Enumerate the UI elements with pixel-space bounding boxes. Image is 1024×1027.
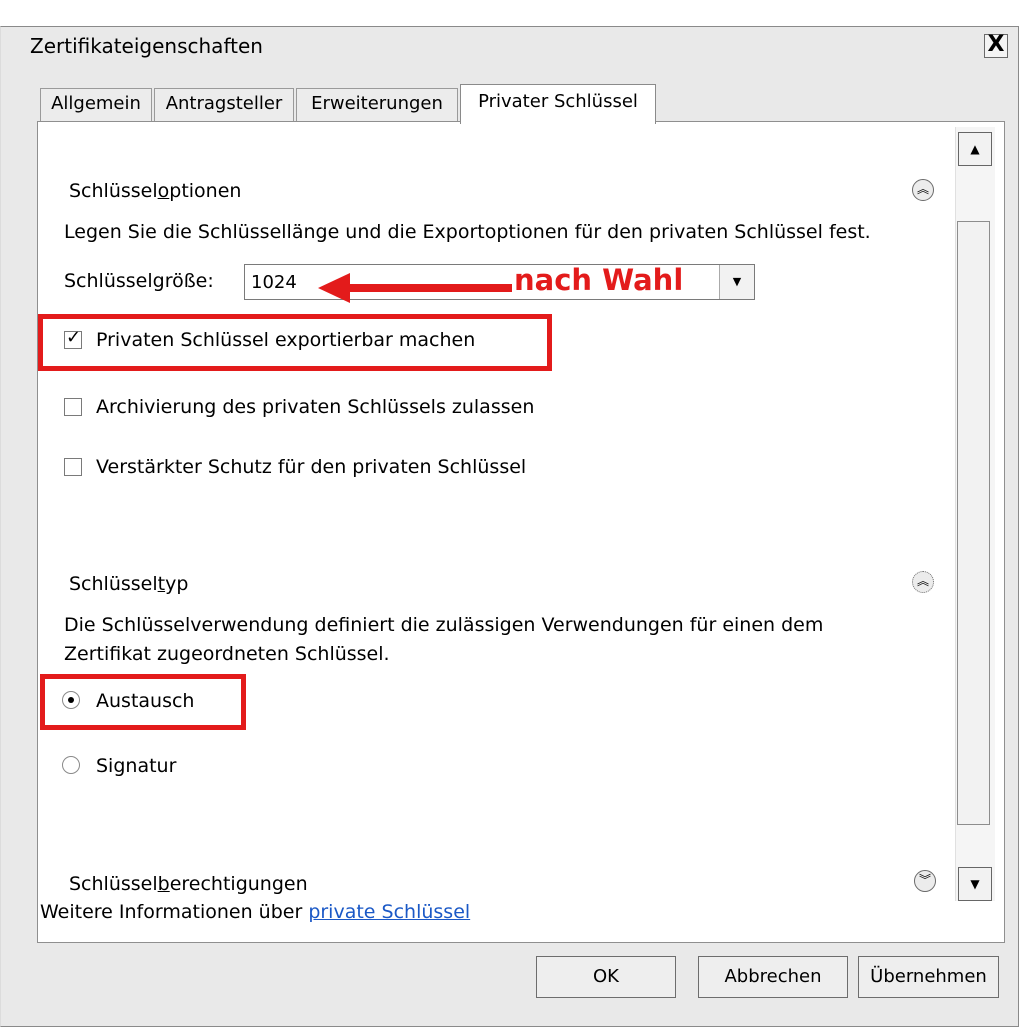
key-permissions-heading: Schlüsselberechtigungen xyxy=(69,872,308,896)
key-type-description-line1: Die Schlüsselverwendung definiert die zu… xyxy=(64,614,824,636)
tab-requester[interactable]: Antragsteller xyxy=(154,88,294,122)
private-key-panel xyxy=(37,121,1005,943)
annotation-text: nach Wahl xyxy=(514,263,684,297)
key-type-heading-suffix: yp xyxy=(165,573,189,595)
archive-key-label: Archivierung des privaten Schlüssels zul… xyxy=(96,396,535,418)
more-info-text: Weitere Informationen über private Schlü… xyxy=(40,900,470,924)
key-type-heading-accesskey: t xyxy=(157,573,166,595)
exchange-highlight-box xyxy=(40,674,246,730)
strong-protection-label: Verstärkter Schutz für den privaten Schl… xyxy=(96,456,527,478)
red-annotation-arrow xyxy=(318,273,512,303)
close-button[interactable]: X xyxy=(984,34,1008,58)
key-type-heading-prefix: Schlüssel xyxy=(69,573,158,595)
signature-label: Signatur xyxy=(96,755,177,777)
annotation-arrow-head xyxy=(318,273,350,303)
scroll-down-button[interactable]: ▼ xyxy=(958,867,992,901)
key-options-heading-suffix: ptionen xyxy=(169,180,242,202)
signature-radio[interactable] xyxy=(62,756,80,774)
key-options-heading-prefix: Schlüssel xyxy=(69,180,158,202)
tab-general[interactable]: Allgemein xyxy=(40,88,152,122)
chevron-down-icon[interactable]: ▼ xyxy=(719,265,754,299)
ok-button[interactable]: OK xyxy=(536,956,676,998)
key-permissions-heading-prefix: Schlüssel xyxy=(69,873,158,895)
key-options-heading-accesskey: o xyxy=(157,180,170,202)
key-permissions-heading-accesskey: b xyxy=(157,873,170,895)
strong-protection-checkbox[interactable] xyxy=(64,458,82,476)
key-type-description-line2: Zertifikat zugeordneten Schlüssel. xyxy=(64,643,390,665)
key-size-value: 1024 xyxy=(251,272,297,293)
tab-extensions[interactable]: Erweiterungen xyxy=(296,88,458,122)
collapse-icon[interactable]: ︽ xyxy=(912,179,934,201)
key-options-description: Legen Sie die Schlüssellänge und die Exp… xyxy=(64,221,871,243)
key-options-heading: Schlüsseloptionen xyxy=(69,179,241,203)
apply-button[interactable]: Übernehmen xyxy=(858,956,999,998)
expand-icon[interactable]: ︾ xyxy=(914,870,936,892)
export-highlight-box xyxy=(38,314,552,371)
key-type-heading: Schlüsseltyp xyxy=(69,572,188,596)
dialog-title: Zertifikateigenschaften xyxy=(30,34,263,58)
private-keys-link[interactable]: private Schlüssel xyxy=(308,901,470,923)
scrollbar-thumb[interactable] xyxy=(957,221,990,825)
archive-key-checkbox[interactable] xyxy=(64,398,82,416)
tab-private-key[interactable]: Privater Schlüssel xyxy=(460,84,656,124)
more-info-prefix: Weitere Informationen über xyxy=(40,901,303,923)
collapse-icon[interactable]: ︽ xyxy=(912,571,934,593)
key-permissions-heading-suffix: erechtigungen xyxy=(169,873,308,895)
outside-area xyxy=(0,0,1024,26)
scroll-up-button[interactable]: ▲ xyxy=(958,132,992,166)
cancel-button[interactable]: Abbrechen xyxy=(698,956,848,998)
key-size-label: Schlüsselgröße: xyxy=(64,270,214,292)
